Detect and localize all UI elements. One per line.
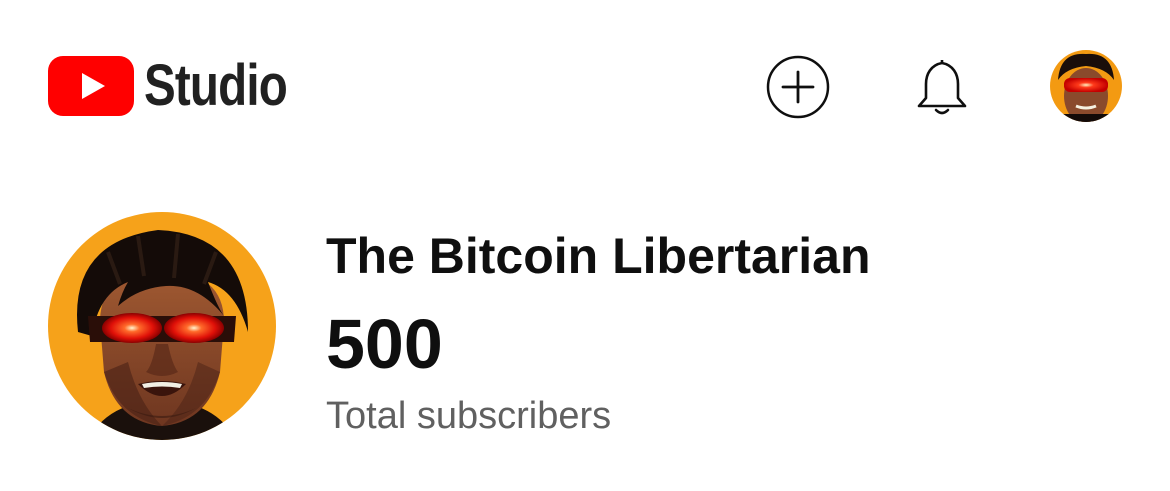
create-plus-icon[interactable] xyxy=(766,55,830,119)
studio-wordmark: Studio xyxy=(144,53,288,118)
channel-avatar[interactable] xyxy=(48,212,276,440)
notifications-bell-icon[interactable] xyxy=(914,56,970,118)
subscriber-label: Total subscribers xyxy=(326,395,612,437)
channel-name: The Bitcoin Libertarian xyxy=(326,228,871,284)
account-avatar[interactable] xyxy=(1050,50,1122,122)
subscriber-count: 500 xyxy=(326,305,443,383)
youtube-logo-icon xyxy=(48,56,134,116)
channel-summary: The Bitcoin Libertarian 500 Total subscr… xyxy=(48,212,1128,442)
youtube-studio-logo[interactable]: Studio xyxy=(48,56,318,116)
app-header: Studio xyxy=(0,0,1170,175)
